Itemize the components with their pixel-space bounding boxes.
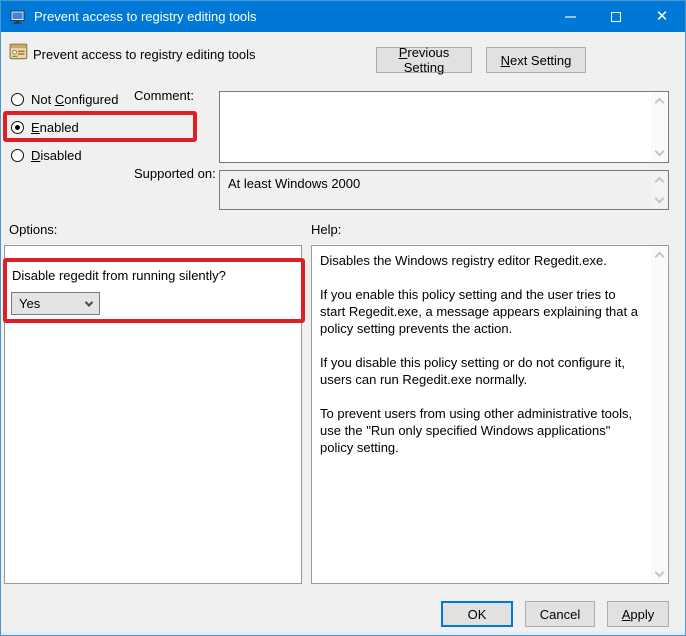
policy-setting-dialog: Prevent access to registry editing tools… — [0, 0, 686, 636]
help-panel: Disables the Windows registry editor Reg… — [311, 245, 669, 584]
next-setting-label: ext Setting — [509, 52, 572, 68]
supported-scrollbar[interactable] — [651, 172, 667, 208]
option-question: Disable regedit from running silently? — [12, 268, 226, 283]
comment-textarea[interactable] — [219, 91, 669, 163]
options-label: Options: — [9, 222, 58, 237]
next-setting-button[interactable]: Next Setting — [486, 47, 586, 73]
minimize-icon — [564, 15, 576, 18]
cancel-button[interactable]: Cancel — [525, 601, 595, 627]
radio-label-not-configured: Not Configured — [31, 91, 119, 107]
maximize-button[interactable] — [593, 1, 639, 32]
policy-icon — [9, 42, 29, 62]
previous-setting-button[interactable]: Previous Setting — [376, 45, 472, 75]
window-controls: ✕ — [547, 1, 685, 32]
scroll-down-icon[interactable] — [654, 567, 664, 578]
scroll-up-icon[interactable] — [654, 97, 664, 108]
minimize-button[interactable] — [547, 1, 593, 32]
comment-label: Comment: — [134, 88, 194, 103]
radio-disabled[interactable]: Disabled — [11, 147, 82, 163]
next-setting-accel: N — [500, 52, 510, 68]
help-paragraph: To prevent users from using other admini… — [320, 406, 633, 455]
scroll-down-icon[interactable] — [654, 193, 664, 204]
radio-circle-not-configured — [11, 92, 24, 106]
help-paragraph: If you disable this policy setting or do… — [320, 355, 625, 387]
help-label: Help: — [311, 222, 342, 237]
supported-on-label: Supported on: — [134, 166, 216, 181]
policy-title: Prevent access to registry editing tools — [33, 47, 256, 62]
help-text: Disables the Windows registry editor Reg… — [312, 246, 651, 583]
radio-label-enabled: Enabled — [31, 119, 79, 135]
radio-circle-disabled — [11, 148, 24, 162]
radio-enabled[interactable]: Enabled — [11, 119, 79, 135]
scroll-up-icon[interactable] — [654, 176, 664, 187]
titlebar[interactable]: Prevent access to registry editing tools… — [1, 1, 685, 32]
apply-button[interactable]: Apply — [607, 601, 669, 627]
options-panel: Disable regedit from running silently? Y… — [4, 245, 302, 584]
supported-on-value: At least Windows 2000 — [228, 176, 361, 191]
help-paragraph: If you enable this policy setting and th… — [320, 287, 638, 336]
dropdown-selected-value: Yes — [19, 296, 41, 311]
close-button[interactable]: ✕ — [639, 1, 685, 32]
comment-scrollbar[interactable] — [651, 93, 667, 161]
chevron-down-icon — [84, 297, 94, 307]
scroll-down-icon[interactable] — [654, 146, 664, 157]
scroll-up-icon[interactable] — [654, 251, 664, 262]
maximize-icon — [611, 11, 621, 22]
radio-not-configured[interactable]: Not Configured — [11, 91, 118, 107]
app-icon — [10, 9, 26, 25]
supported-on-field: At least Windows 2000 — [219, 170, 669, 210]
previous-setting-label: revious Setting — [403, 45, 450, 75]
help-paragraph: Disables the Windows registry editor Reg… — [320, 253, 607, 268]
radio-label-disabled: Disabled — [31, 147, 82, 163]
help-scrollbar[interactable] — [651, 247, 667, 582]
disable-regedit-dropdown[interactable]: Yes — [11, 292, 100, 315]
radio-circle-enabled — [11, 120, 24, 134]
ok-button[interactable]: OK — [441, 601, 513, 627]
apply-label: pply — [630, 606, 655, 622]
window-title: Prevent access to registry editing tools — [34, 9, 257, 24]
close-icon: ✕ — [655, 8, 669, 25]
